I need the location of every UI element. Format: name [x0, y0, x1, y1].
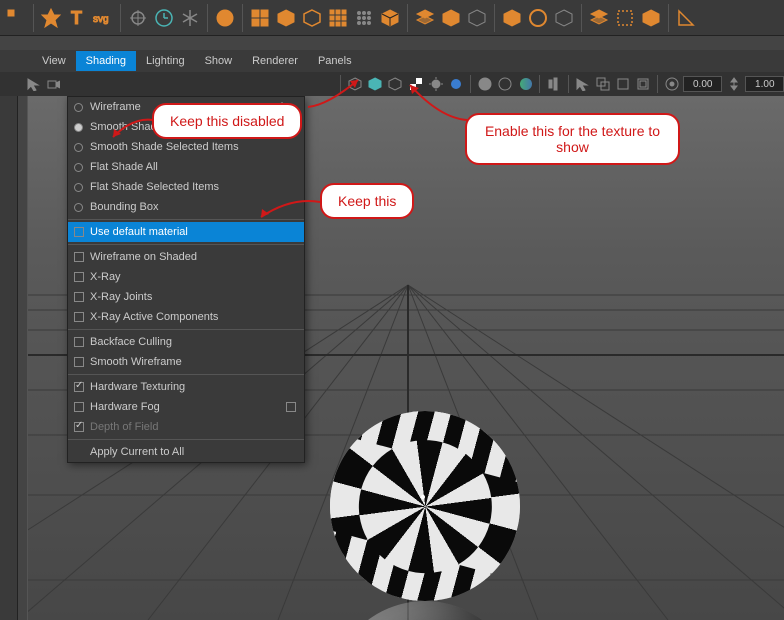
dd-smooth-shade-selected[interactable]: Smooth Shade Selected Items	[68, 137, 304, 157]
dd-apply-current[interactable]: Apply Current to All	[68, 442, 304, 462]
callout-enable: Enable this for the texture to show	[465, 113, 680, 165]
left-strip	[0, 96, 18, 620]
dd-smooth-wireframe[interactable]: Smooth Wireframe	[68, 352, 304, 372]
gate-icon[interactable]	[614, 75, 631, 93]
sphere-shaded-icon[interactable]	[213, 6, 237, 30]
main-toolbar: T svg	[0, 0, 784, 36]
gate2-icon[interactable]	[635, 75, 652, 93]
dots-icon[interactable]	[352, 6, 376, 30]
left-strip-2	[18, 96, 28, 620]
dd-depth-of-field: Depth of Field	[68, 417, 304, 437]
callout-keep: Keep this	[320, 183, 414, 219]
aperture-icon[interactable]	[663, 75, 680, 93]
cube4-icon[interactable]	[439, 6, 463, 30]
wirecube-icon[interactable]	[465, 6, 489, 30]
cube6-icon[interactable]	[639, 6, 663, 30]
svg-text:svg: svg	[93, 14, 109, 25]
cube2-icon[interactable]	[300, 6, 324, 30]
cube5-icon[interactable]	[500, 6, 524, 30]
dd-label: Flat Shade Selected Items	[90, 181, 219, 193]
callout-arrow	[256, 192, 326, 222]
layers2-icon[interactable]	[587, 6, 611, 30]
tool-icon[interactable]	[4, 6, 28, 30]
wirecube2-icon[interactable]	[552, 6, 576, 30]
layers-icon[interactable]	[413, 6, 437, 30]
grid1-icon[interactable]	[248, 6, 272, 30]
dd-label: Wireframe on Shaded	[90, 251, 197, 263]
shaded-cube-icon[interactable]	[366, 75, 383, 93]
angle-icon[interactable]	[674, 6, 698, 30]
arrows-icon[interactable]	[725, 75, 742, 93]
shading-dropdown: Wireframe4 Smooth Shade All Smooth Shade…	[67, 96, 305, 463]
cube1-icon[interactable]	[274, 6, 298, 30]
dd-label: X-Ray	[90, 271, 121, 283]
callout-disabled: Keep this disabled	[152, 103, 302, 139]
pivot-icon[interactable]	[126, 6, 150, 30]
text-icon[interactable]: T	[65, 6, 89, 30]
dd-xray-joints[interactable]: X-Ray Joints	[68, 287, 304, 307]
select-rect-icon[interactable]	[613, 6, 637, 30]
dd-flat-shade-all[interactable]: Flat Shade All	[68, 157, 304, 177]
menu-shading[interactable]: Shading	[76, 51, 136, 71]
dd-label: X-Ray Active Components	[90, 311, 218, 323]
menu-panels[interactable]: Panels	[308, 51, 362, 71]
viewport-menubar: View Shading Lighting Show Renderer Pane…	[0, 50, 784, 72]
dd-label: Flat Shade All	[90, 161, 158, 173]
callout-arrow	[405, 80, 475, 125]
star-icon[interactable]	[39, 6, 63, 30]
svg-icon[interactable]: svg	[91, 6, 115, 30]
dd-wireframe-on-shaded[interactable]: Wireframe on Shaded	[68, 247, 304, 267]
dd-label: X-Ray Joints	[90, 291, 152, 303]
wirecube3-icon[interactable]	[387, 75, 404, 93]
dd-label: Smooth Wireframe	[90, 356, 182, 368]
dd-backface-culling[interactable]: Backface Culling	[68, 332, 304, 352]
callout-arrow	[108, 112, 158, 142]
dd-hardware-texturing[interactable]: Hardware Texturing	[68, 377, 304, 397]
clock-icon[interactable]	[152, 6, 176, 30]
numeric-field-2[interactable]: 1.00	[745, 76, 784, 92]
viewport-toolbar: 0.00 1.00	[0, 72, 784, 96]
dd-label: Apply Current to All	[90, 446, 184, 458]
circle-icon[interactable]	[526, 6, 550, 30]
camera-icon[interactable]	[44, 75, 61, 93]
dd-xray-active[interactable]: X-Ray Active Components	[68, 307, 304, 327]
dd-hardware-fog[interactable]: Hardware Fog	[68, 397, 304, 417]
numeric-field-1[interactable]: 0.00	[683, 76, 722, 92]
menu-renderer[interactable]: Renderer	[242, 51, 308, 71]
callout-arrow	[308, 75, 368, 113]
dd-label: Use default material	[90, 226, 188, 238]
checkered-sphere[interactable]	[330, 411, 520, 601]
bars-icon[interactable]	[545, 75, 562, 93]
dd-label: Smooth Shade Selected Items	[90, 141, 239, 153]
menu-lighting[interactable]: Lighting	[136, 51, 195, 71]
dd-label: Backface Culling	[90, 336, 172, 348]
dd-xray[interactable]: X-Ray	[68, 267, 304, 287]
viewport[interactable]: Wireframe4 Smooth Shade All Smooth Shade…	[0, 96, 784, 620]
overlap-icon[interactable]	[594, 75, 611, 93]
dd-label: Hardware Fog	[90, 401, 160, 413]
dd-label: Depth of Field	[90, 421, 158, 433]
dd-label: Hardware Texturing	[90, 381, 185, 393]
cursor2-icon[interactable]	[574, 75, 591, 93]
menu-show[interactable]: Show	[195, 51, 243, 71]
gradient-icon[interactable]	[517, 75, 534, 93]
svg-text:T: T	[71, 8, 82, 28]
snowflake-icon[interactable]	[178, 6, 202, 30]
sphere2-icon[interactable]	[497, 75, 514, 93]
cube3-icon[interactable]	[378, 6, 402, 30]
dd-use-default-material[interactable]: Use default material	[68, 222, 304, 242]
dd-label: Bounding Box	[90, 201, 159, 213]
menu-view[interactable]: View	[32, 51, 76, 71]
grid2-icon[interactable]	[326, 6, 350, 30]
cursor-icon[interactable]	[24, 75, 41, 93]
sphere1-icon[interactable]	[476, 75, 493, 93]
